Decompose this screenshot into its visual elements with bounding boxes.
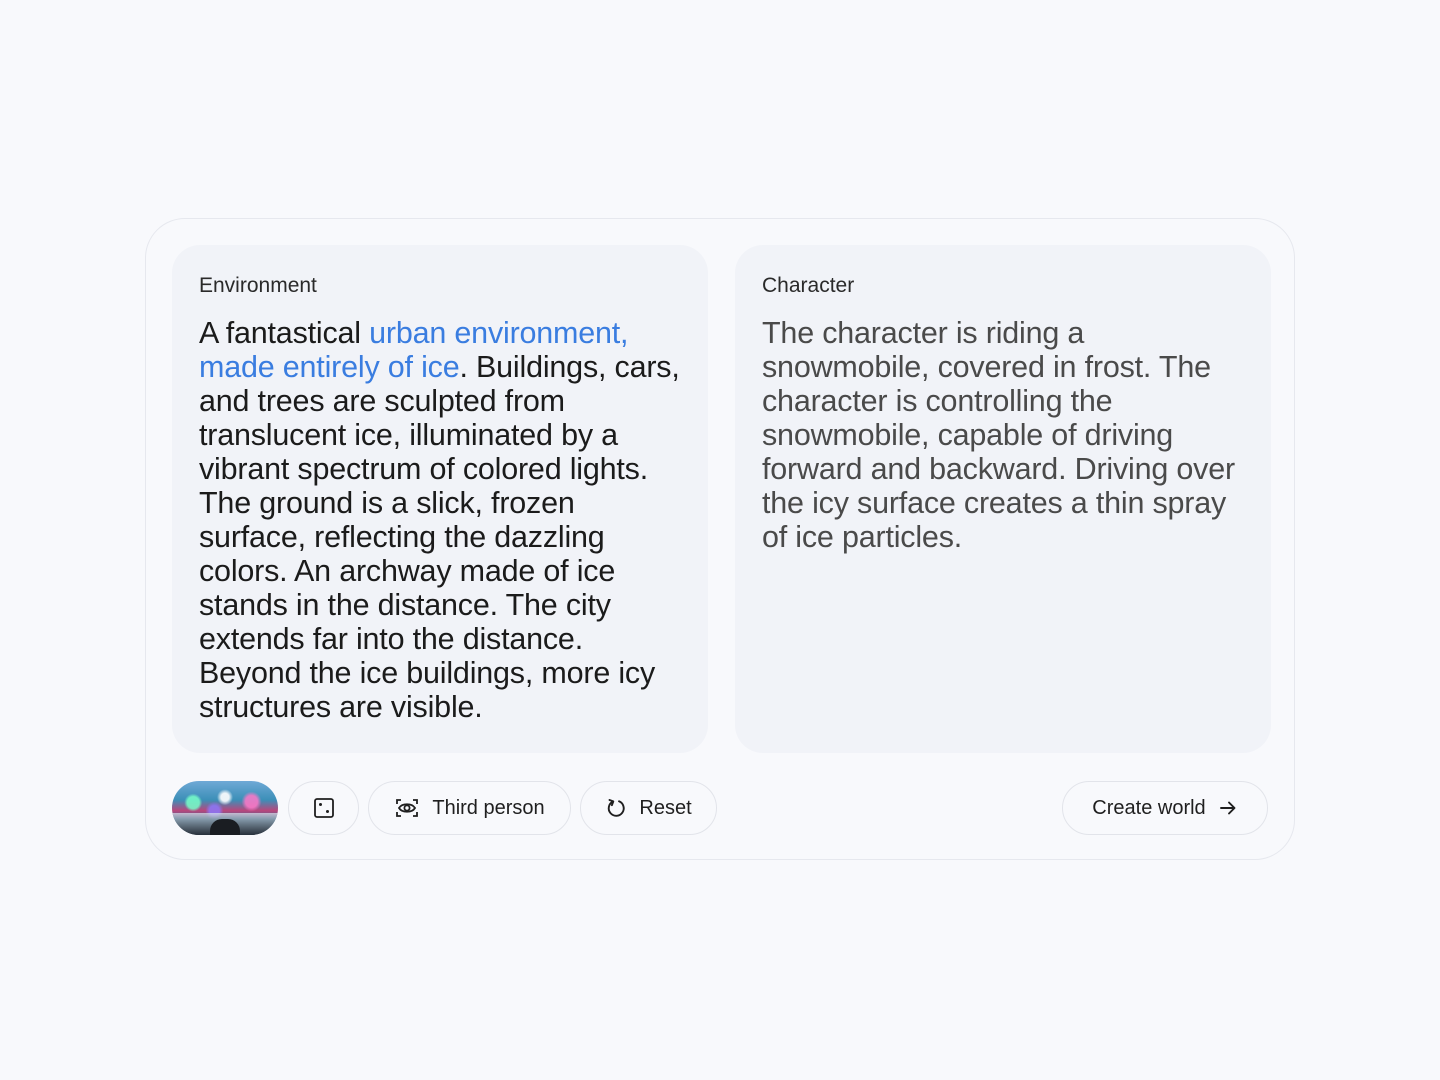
camera-view-button[interactable]: Third person bbox=[368, 781, 571, 835]
environment-panel[interactable]: Environment A fantastical urban environm… bbox=[172, 245, 708, 753]
environment-text-start: A fantastical bbox=[199, 316, 370, 350]
character-text[interactable]: The character is riding a snowmobile, co… bbox=[762, 316, 1244, 554]
reset-label: Reset bbox=[639, 796, 692, 819]
create-world-label: Create world bbox=[1092, 796, 1206, 819]
create-world-button[interactable]: Create world bbox=[1062, 781, 1268, 835]
character-title: Character bbox=[762, 274, 855, 297]
preview-thumbnail[interactable] bbox=[172, 781, 278, 835]
eye-view-icon bbox=[394, 796, 420, 820]
character-panel[interactable]: Character The character is riding a snow… bbox=[735, 245, 1271, 753]
toolbar: Third person Reset Create world bbox=[172, 781, 1268, 835]
reset-button[interactable]: Reset bbox=[580, 781, 717, 835]
randomize-button[interactable] bbox=[288, 781, 359, 835]
environment-text-end: . Buildings, cars, and trees are sculpte… bbox=[199, 350, 680, 724]
camera-view-label: Third person bbox=[432, 796, 545, 819]
prompt-card: Environment A fantastical urban environm… bbox=[145, 218, 1295, 860]
environment-title: Environment bbox=[199, 274, 317, 297]
environment-text[interactable]: A fantastical urban environment, made en… bbox=[199, 316, 681, 724]
reset-icon bbox=[605, 797, 627, 819]
arrow-right-icon bbox=[1218, 798, 1238, 818]
thumbnail-snowmobile bbox=[210, 819, 240, 835]
dice-icon bbox=[313, 797, 335, 819]
